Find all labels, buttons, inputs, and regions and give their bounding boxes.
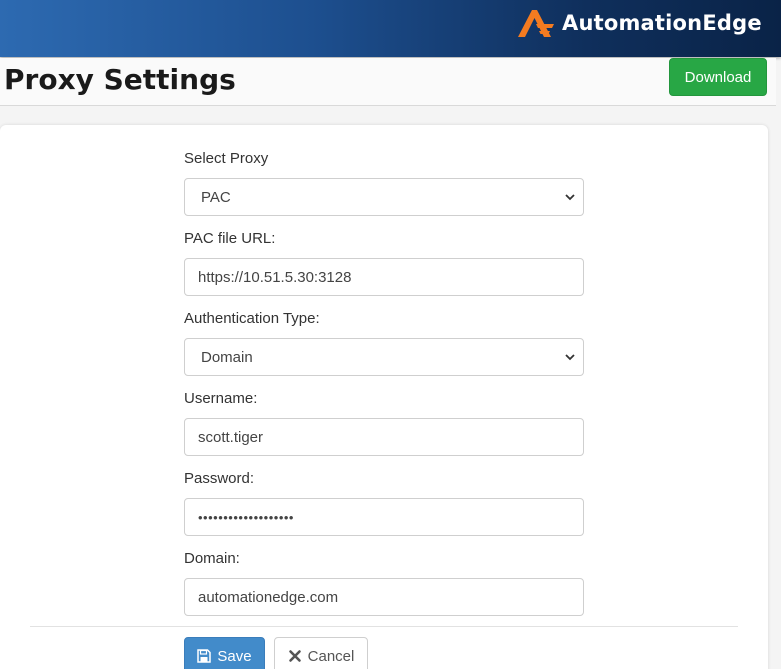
brand-name: AutomationEdge: [562, 11, 762, 35]
password-value: •••••••••••••••••••: [198, 509, 294, 525]
top-navbar: AutomationEdge: [0, 0, 781, 57]
page-title: Proxy Settings: [4, 63, 236, 96]
floppy-disk-icon: [197, 649, 212, 663]
page-header: Proxy Settings Download: [0, 58, 776, 106]
brand-logo[interactable]: AutomationEdge: [514, 5, 762, 41]
x-icon: [288, 650, 301, 662]
domain-label: Domain:: [184, 550, 240, 567]
select-proxy-value: PAC: [201, 188, 231, 206]
save-button[interactable]: Save: [184, 637, 265, 669]
domain-input[interactable]: automationedge.com: [184, 578, 584, 616]
username-label: Username:: [184, 390, 258, 407]
auth-type-label: Authentication Type:: [184, 310, 320, 327]
chevron-down-icon: [565, 194, 575, 201]
save-button-label: Save: [217, 647, 252, 665]
username-value: scott.tiger: [198, 428, 264, 446]
password-input[interactable]: •••••••••••••••••••: [184, 498, 584, 536]
cancel-button[interactable]: Cancel: [274, 637, 368, 669]
pac-url-value: https://10.51.5.30:3128: [198, 268, 352, 286]
chevron-down-icon: [565, 354, 575, 361]
auth-type-value: Domain: [201, 348, 253, 366]
password-label: Password:: [184, 470, 255, 487]
download-button[interactable]: Download: [669, 58, 767, 96]
select-proxy-label: Select Proxy: [184, 150, 269, 167]
pac-url-input[interactable]: https://10.51.5.30:3128: [184, 258, 584, 296]
select-proxy-dropdown[interactable]: PAC: [184, 178, 584, 216]
automationedge-logo-icon: [518, 10, 554, 37]
domain-value: automationedge.com: [198, 588, 339, 606]
username-input[interactable]: scott.tiger: [184, 418, 584, 456]
form-divider: [30, 626, 738, 627]
auth-type-dropdown[interactable]: Domain: [184, 338, 584, 376]
cancel-button-label: Cancel: [307, 647, 355, 665]
pac-url-label: PAC file URL:: [184, 230, 276, 247]
